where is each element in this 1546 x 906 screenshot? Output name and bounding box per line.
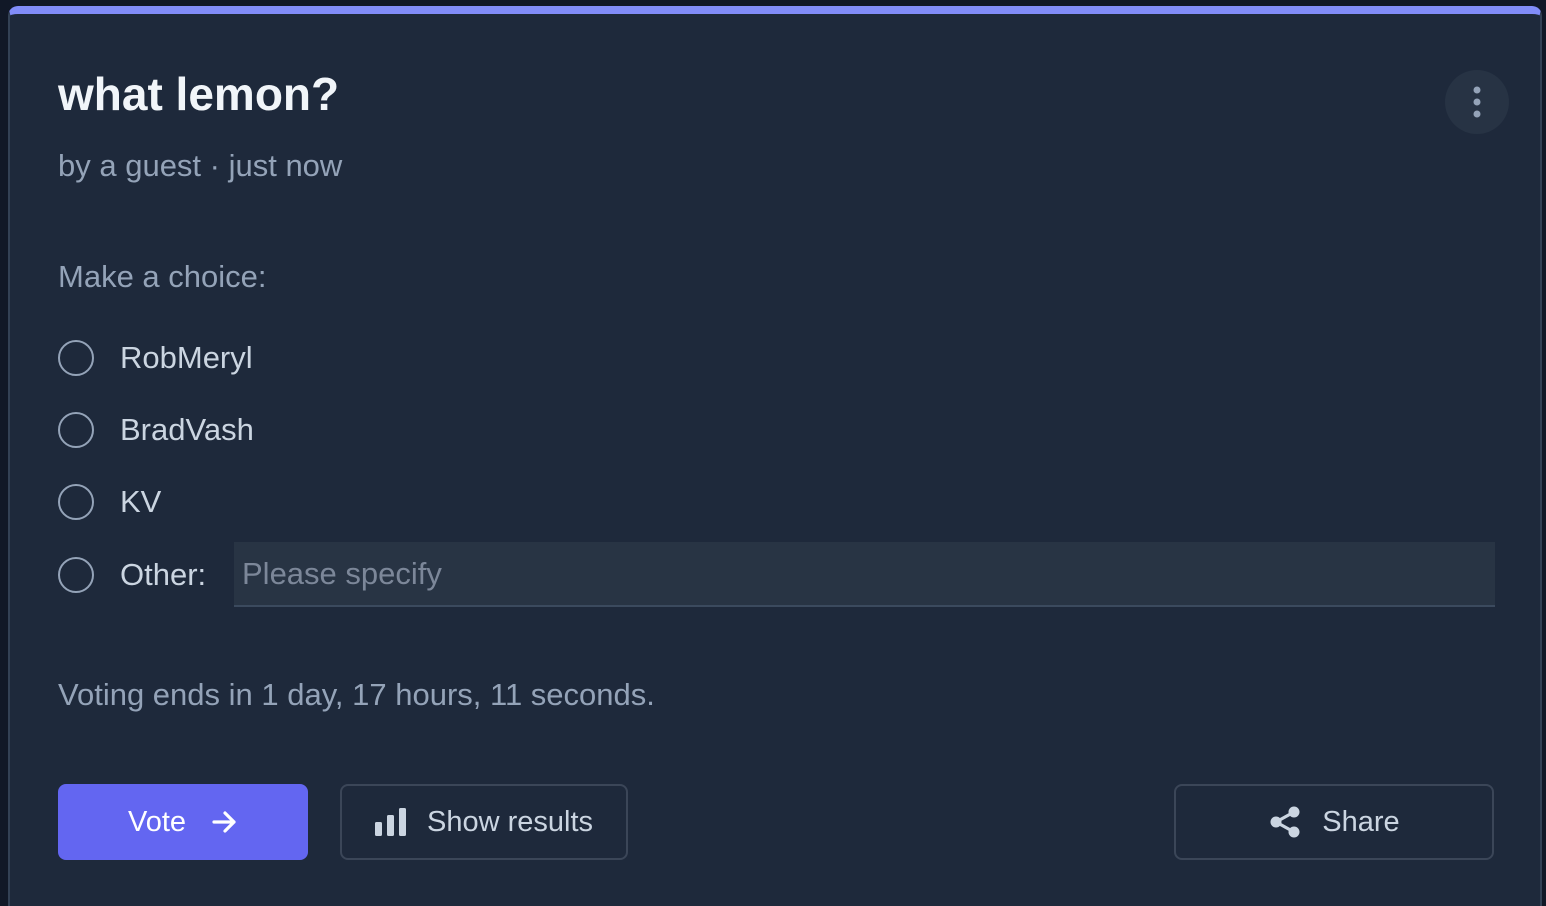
show-results-label: Show results bbox=[426, 805, 593, 838]
option-kv[interactable]: KV bbox=[58, 480, 161, 524]
option-robmeryl[interactable]: RobMeryl bbox=[58, 336, 253, 380]
share-button[interactable]: Share bbox=[1174, 784, 1494, 860]
poll-meta: by a guest · just now bbox=[58, 148, 343, 183]
poll-card: what lemon? by a guest · just now Make a… bbox=[8, 6, 1542, 906]
option-bradvash[interactable]: BradVash bbox=[58, 408, 254, 452]
option-label: KV bbox=[120, 484, 162, 519]
share-label: Share bbox=[1322, 805, 1400, 838]
option-other[interactable]: Other: bbox=[58, 553, 206, 597]
other-text-input[interactable] bbox=[234, 542, 1495, 607]
other-label: Other: bbox=[120, 557, 207, 592]
radio-button[interactable] bbox=[58, 340, 94, 376]
poll-title: what lemon? bbox=[58, 68, 340, 120]
bar-chart-icon bbox=[374, 808, 406, 836]
voting-countdown: Voting ends in 1 day, 17 hours, 11 secon… bbox=[58, 677, 655, 712]
option-label: RobMeryl bbox=[120, 340, 253, 375]
show-results-button[interactable]: Show results bbox=[340, 784, 628, 860]
share-icon bbox=[1270, 806, 1300, 838]
radio-button[interactable] bbox=[58, 557, 94, 593]
radio-button[interactable] bbox=[58, 412, 94, 448]
radio-button[interactable] bbox=[58, 484, 94, 520]
more-vertical-icon bbox=[1473, 86, 1481, 118]
more-options-button[interactable] bbox=[1445, 70, 1509, 134]
option-label: BradVash bbox=[120, 412, 254, 447]
vote-button-label: Vote bbox=[127, 805, 187, 838]
choice-prompt: Make a choice: bbox=[58, 259, 267, 294]
arrow-right-icon bbox=[212, 811, 236, 833]
vote-button[interactable]: Vote bbox=[58, 784, 308, 860]
